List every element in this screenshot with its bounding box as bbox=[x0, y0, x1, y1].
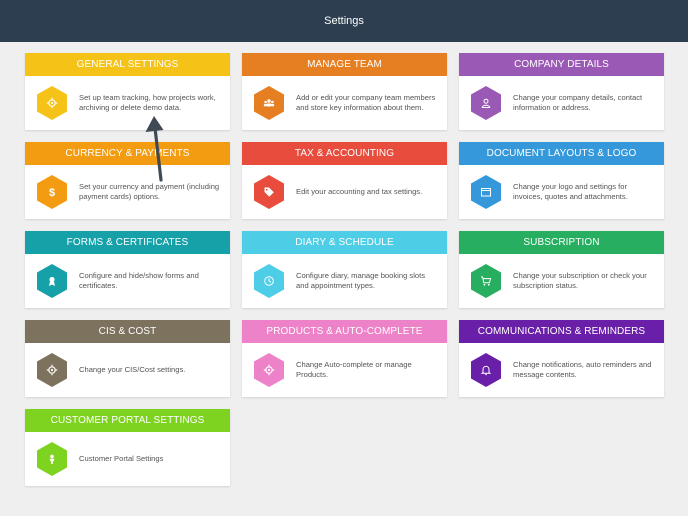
person-icon bbox=[37, 442, 67, 476]
card-customer-portal-settings[interactable]: CUSTOMER PORTAL SETTINGS Customer Portal… bbox=[25, 409, 230, 486]
svg-text:$: $ bbox=[49, 187, 55, 198]
team-icon bbox=[254, 86, 284, 120]
card-title: MANAGE TEAM bbox=[242, 53, 447, 76]
card-title: GENERAL SETTINGS bbox=[25, 53, 230, 76]
card-title: COMPANY DETAILS bbox=[459, 53, 664, 76]
certificate-icon bbox=[37, 264, 67, 298]
user-icon bbox=[471, 86, 501, 120]
card-company-details[interactable]: COMPANY DETAILS Change your company deta… bbox=[459, 53, 664, 130]
card-title: PRODUCTS & AUTO-COMPLETE bbox=[242, 320, 447, 343]
card-description: Set your currency and payment (including… bbox=[79, 181, 220, 202]
card-description: Add or edit your company team members an… bbox=[296, 92, 436, 113]
card-general-settings[interactable]: GENERAL SETTINGS Set up team tracking, h… bbox=[25, 53, 230, 130]
card-communications-reminders[interactable]: COMMUNICATIONS & REMINDERS Change notifi… bbox=[459, 320, 664, 397]
card-description: Change your company details, contact inf… bbox=[513, 92, 643, 113]
card-description: Change your CIS/Cost settings. bbox=[79, 364, 186, 374]
tag-icon bbox=[254, 175, 284, 209]
card-title: COMMUNICATIONS & REMINDERS bbox=[459, 320, 664, 343]
folder-icon bbox=[471, 175, 501, 209]
card-cis-cost[interactable]: CIS & COST Change your CIS/Cost settings… bbox=[25, 320, 230, 397]
card-products-autocomplete[interactable]: PRODUCTS & AUTO-COMPLETE Change Auto-com… bbox=[242, 320, 447, 397]
card-description: Configure and hide/show forms and certif… bbox=[79, 270, 199, 291]
gear-icon bbox=[37, 86, 67, 120]
card-title: DIARY & SCHEDULE bbox=[242, 231, 447, 254]
card-description: Edit your accounting and tax settings. bbox=[296, 186, 423, 196]
card-description: Change your subscription or check your s… bbox=[513, 270, 647, 291]
card-manage-team[interactable]: MANAGE TEAM Add or edit your company tea… bbox=[242, 53, 447, 130]
gear-icon bbox=[37, 353, 67, 387]
dollar-icon: $ bbox=[37, 175, 67, 209]
page-title: Settings bbox=[324, 15, 364, 27]
card-description: Customer Portal Settings bbox=[79, 453, 164, 463]
card-description: Change notifications, auto reminders and… bbox=[513, 359, 652, 380]
clock-icon bbox=[254, 264, 284, 298]
top-bar: Settings bbox=[0, 0, 688, 42]
card-description: Change Auto-complete or manage Products. bbox=[296, 359, 412, 380]
card-title: FORMS & CERTIFICATES bbox=[25, 231, 230, 254]
card-forms-certificates[interactable]: FORMS & CERTIFICATES Configure and hide/… bbox=[25, 231, 230, 308]
card-title: SUBSCRIPTION bbox=[459, 231, 664, 254]
card-currency-payments[interactable]: CURRENCY & PAYMENTS $ Set your currency … bbox=[25, 142, 230, 219]
card-title: CIS & COST bbox=[25, 320, 230, 343]
card-title: CURRENCY & PAYMENTS bbox=[25, 142, 230, 165]
card-title: TAX & ACCOUNTING bbox=[242, 142, 447, 165]
card-diary-schedule[interactable]: DIARY & SCHEDULE Configure diary, manage… bbox=[242, 231, 447, 308]
cart-icon bbox=[471, 264, 501, 298]
bell-icon bbox=[471, 353, 501, 387]
card-title: DOCUMENT LAYOUTS & LOGO bbox=[459, 142, 664, 165]
card-tax-accounting[interactable]: TAX & ACCOUNTING Edit your accounting an… bbox=[242, 142, 447, 219]
card-description: Set up team tracking, how projects work,… bbox=[79, 92, 216, 113]
card-document-layouts[interactable]: DOCUMENT LAYOUTS & LOGO Change your logo… bbox=[459, 142, 664, 219]
card-subscription[interactable]: SUBSCRIPTION Change your subscription or… bbox=[459, 231, 664, 308]
card-description: Configure diary, manage booking slots an… bbox=[296, 270, 426, 291]
card-title: CUSTOMER PORTAL SETTINGS bbox=[25, 409, 230, 432]
card-description: Change your logo and settings for invoic… bbox=[513, 181, 628, 202]
gear-icon bbox=[254, 353, 284, 387]
